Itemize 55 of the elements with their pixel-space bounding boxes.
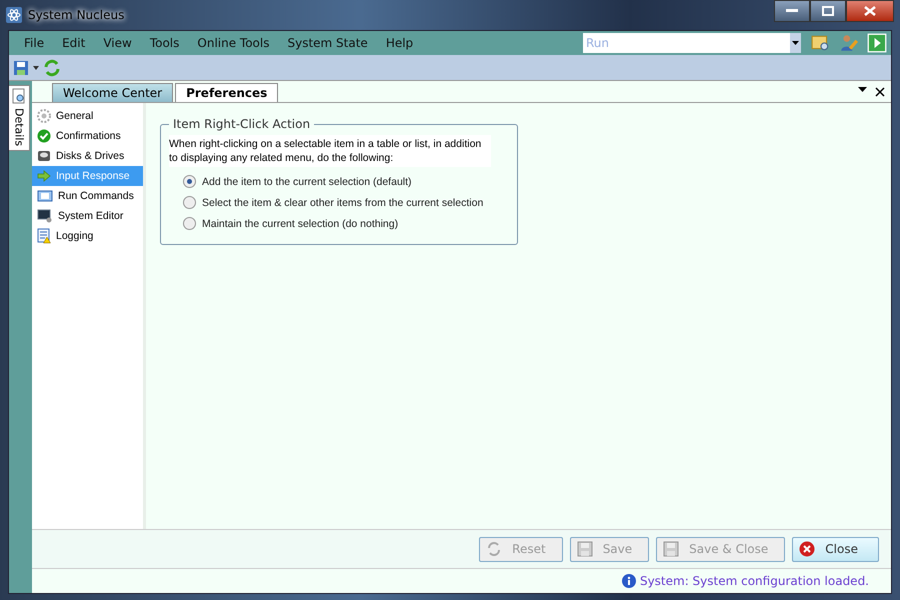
maximize-button[interactable] (810, 0, 846, 22)
arrow-icon (37, 169, 51, 183)
info-icon (622, 574, 636, 588)
tab[interactable]: Preferences (175, 83, 278, 102)
dropdown-icon[interactable] (858, 86, 867, 92)
close-icon (864, 6, 876, 16)
maximize-icon (822, 6, 834, 16)
drive-icon (37, 149, 51, 163)
atom-icon (6, 7, 22, 23)
nav-item[interactable]: Disks & Drives (32, 146, 143, 166)
option-label[interactable]: Select the item & clear other items from the current selection (202, 196, 484, 208)
radio-button[interactable] (183, 175, 196, 188)
save-icon[interactable] (13, 60, 29, 76)
menu-item[interactable]: System State (278, 36, 377, 50)
close-button[interactable] (846, 0, 894, 22)
status-message: System: System configuration loaded. (640, 574, 869, 588)
menu-item[interactable]: View (94, 36, 141, 50)
close-button[interactable]: Close (792, 536, 879, 562)
nav-item[interactable]: Logging (32, 226, 143, 246)
caret-icon (792, 41, 799, 45)
option-label[interactable]: Add the item to the current selection (default) (202, 176, 412, 188)
floppy-icon (663, 541, 680, 557)
caret-icon[interactable] (33, 66, 39, 70)
window-icon (37, 189, 53, 203)
menu-item[interactable]: File (15, 36, 54, 50)
close-icon[interactable] (875, 86, 885, 96)
details-tab[interactable]: Details (9, 85, 30, 152)
monitor-icon (37, 209, 53, 223)
description-text: When right-clicking on a selectable item in a table or list, in addition to displaying any related menu, do the following: (169, 135, 491, 167)
minimize-icon (786, 9, 798, 13)
refresh-icon (486, 541, 502, 557)
gear-icon (37, 109, 51, 123)
menu-item[interactable]: Edit (53, 36, 94, 50)
option-label[interactable]: Maintain the current selection (do nothing) (202, 218, 398, 230)
document-search-icon (12, 88, 26, 104)
floppy-icon (576, 541, 593, 557)
nav-item[interactable]: System Editor (32, 206, 143, 226)
tab[interactable]: Welcome Center (52, 83, 174, 102)
menu-item[interactable]: Tools (140, 36, 188, 50)
group-title: Item Right-Click Action (172, 117, 312, 131)
nav-item[interactable]: General (32, 106, 143, 126)
nav-item[interactable]: Run Commands (32, 186, 143, 206)
window-title: System Nucleus (28, 8, 124, 22)
menu-item[interactable]: Help (376, 36, 422, 50)
close-icon (799, 541, 816, 557)
nav-item[interactable]: Confirmations (32, 126, 143, 146)
radio-button[interactable] (183, 196, 196, 209)
minimize-button[interactable] (774, 0, 810, 22)
menu-item[interactable]: Online Tools (188, 36, 278, 50)
dropdown-button[interactable] (790, 33, 801, 53)
folder-search-icon[interactable] (811, 33, 831, 53)
log-icon (37, 228, 51, 244)
check-icon (37, 129, 51, 143)
radio-button[interactable] (183, 217, 196, 230)
play-icon[interactable] (867, 33, 887, 53)
